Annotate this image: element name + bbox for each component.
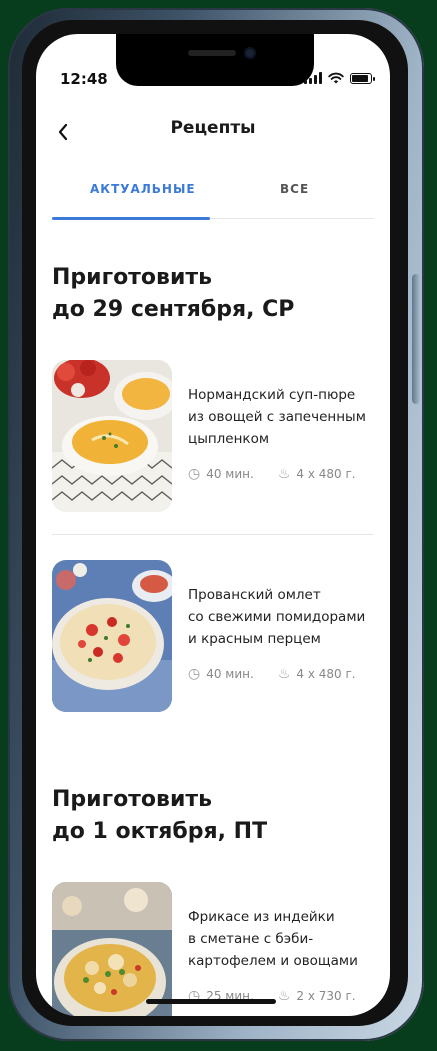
recipe-title: Прованский омлет со свежими помидорами и…: [188, 584, 378, 650]
recipe-photo: [52, 560, 172, 712]
portions: 4 х 480 г.: [296, 667, 356, 681]
speaker: [188, 50, 236, 56]
recipe-card[interactable]: Нормандский суп-пюре из овощей с запечен…: [52, 360, 374, 516]
active-tab-indicator: [52, 217, 210, 220]
recipe-meta: ◷ 40 мин. ♨ 4 х 480 г.: [188, 666, 356, 682]
notch: [116, 34, 314, 86]
phone-frame: 12:48 Рецепты АКТУАЛЬНЫЕ ВСЕ Приготовить…: [8, 8, 424, 1041]
bowl-icon: ♨: [277, 666, 291, 682]
recipe-title-line: Нормандский суп-пюре: [188, 387, 356, 403]
portions: 4 х 480 г.: [296, 467, 356, 481]
recipe-title: Нормандский суп-пюре из овощей с запечен…: [188, 384, 378, 450]
section-title: Приготовить до 29 сентября, СР: [52, 262, 352, 326]
battery-icon: [350, 72, 375, 84]
recipe-title-line: в сметане с бэби-: [188, 931, 314, 947]
cellular-signal-icon: [304, 72, 322, 84]
section-title-line: Приготовить: [52, 265, 213, 290]
recipe-card[interactable]: Фрикасе из индейки в сметане с бэби- кар…: [52, 882, 374, 1016]
recipe-title: Фрикасе из индейки в сметане с бэби- кар…: [188, 906, 378, 972]
recipe-title-line: и красным перцем: [188, 631, 321, 647]
recipe-title-line: Прованский омлет: [188, 587, 321, 603]
section-title-line: до 29 сентября, СР: [52, 297, 295, 322]
bowl-icon: ♨: [277, 466, 291, 482]
portions: 2 х 730 г.: [296, 989, 356, 1003]
tab-current[interactable]: АКТУАЛЬНЫЕ: [90, 182, 196, 196]
recipe-photo: [52, 360, 172, 512]
section-title-line: до 1 октября, ПТ: [52, 819, 268, 844]
app-screen: 12:48 Рецепты АКТУАЛЬНЫЕ ВСЕ Приготовить…: [36, 34, 390, 1016]
tab-all[interactable]: ВСЕ: [280, 182, 309, 196]
cook-time: 40 мин.: [206, 467, 254, 481]
page-title: Рецепты: [170, 118, 256, 138]
side-button: [412, 274, 420, 404]
recipe-title-line: со свежими помидорами: [188, 609, 366, 625]
recipe-card[interactable]: Прованский омлет со свежими помидорами и…: [52, 560, 374, 716]
wifi-icon: [328, 72, 344, 84]
recipe-title-line: Фрикасе из индейки: [188, 909, 335, 925]
status-icons: [304, 72, 375, 84]
status-time: 12:48: [60, 70, 108, 88]
section-title: Приготовить до 1 октября, ПТ: [52, 784, 352, 848]
section-title-line: Приготовить: [52, 787, 213, 812]
front-camera: [244, 47, 256, 59]
recipe-title-line: из овощей с запеченным: [188, 409, 366, 425]
recipe-photo: [52, 882, 172, 1016]
home-indicator[interactable]: [146, 999, 276, 1004]
recipe-title-line: картофелем и овощами: [188, 953, 358, 969]
tab-bar: АКТУАЛЬНЫЕ ВСЕ: [52, 182, 374, 220]
recipe-title-line: цыпленком: [188, 431, 270, 447]
clock-icon: ◷: [188, 666, 201, 682]
bowl-icon: ♨: [277, 988, 291, 1004]
cook-time: 40 мин.: [206, 667, 254, 681]
clock-icon: ◷: [188, 466, 201, 482]
recipe-meta: ◷ 40 мин. ♨ 4 х 480 г.: [188, 466, 356, 482]
divider: [52, 534, 374, 535]
